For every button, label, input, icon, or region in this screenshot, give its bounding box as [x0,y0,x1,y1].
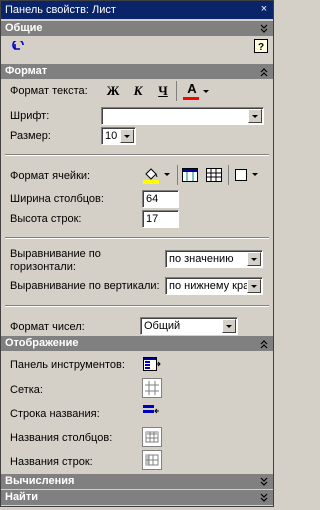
column-headers-icon[interactable] [142,427,162,447]
halign-combo[interactable]: по значению [165,250,263,268]
chevron-down-icon[interactable] [222,319,236,333]
valign-value: по нижнему кра [169,280,250,292]
chevron-down-icon[interactable] [248,109,262,123]
window-title: Панель свойств: Лист [5,4,116,16]
section-format-header[interactable]: Формат [1,64,273,79]
section-general-header[interactable]: Общие [1,21,273,36]
font-color-dropdown-icon[interactable] [203,90,209,93]
halign-label-line1: Выравнивание по [10,248,101,260]
expand-chevron-icon[interactable] [260,490,268,510]
italic-button[interactable]: К [128,81,148,101]
section-display-header[interactable]: Отображение [1,336,273,351]
toolbar-toggle-icon[interactable] [141,354,161,374]
halign-label-line2: горизонтали: [10,261,76,273]
toolbar-display-label: Панель инструментов: [10,359,125,371]
section-format-label: Формат [5,65,48,77]
section-calc-label: Вычисления [5,475,75,487]
collapse-chevron-icon[interactable] [260,21,268,41]
row-headers-icon[interactable] [142,450,162,470]
number-format-combo[interactable]: Общий [140,317,238,335]
valign-combo[interactable]: по нижнему кра [165,277,263,295]
divider [5,305,269,307]
divider [5,237,269,239]
font-combo[interactable] [101,107,264,125]
col-width-label: Ширина столбцов: [10,193,104,205]
number-format-label: Формат чисел: [10,321,85,333]
font-label: Шрифт: [10,110,50,122]
close-icon[interactable]: × [257,3,271,16]
borders-dropdown-icon[interactable] [252,173,258,176]
halign-value: по значению [169,253,234,265]
bold-button[interactable]: Ж [103,81,123,101]
fill-color-dropdown-icon[interactable] [164,173,170,176]
help-icon[interactable]: ? [251,39,271,59]
title-bar[interactable]: Панель свойств: Лист × [1,1,273,19]
chevron-down-icon[interactable] [120,129,134,143]
title-row-icon[interactable] [141,402,161,422]
divider [5,154,269,156]
borders-icon[interactable] [233,167,249,183]
number-format-value: Общий [144,320,181,332]
svg-text:?: ? [258,42,264,53]
titlebar-display-label: Строка названия: [10,408,100,420]
refresh-icon[interactable] [9,39,29,59]
chevron-down-icon[interactable] [247,279,261,293]
toolbar-divider [228,165,229,185]
property-panel-window: Панель свойств: Лист × Общие ? Формат Фо… [0,0,274,507]
section-general-label: Общие [5,22,43,34]
collapse-chevron-icon[interactable] [260,336,268,356]
size-combo[interactable]: 10 [101,127,136,145]
fill-color-icon[interactable] [142,165,160,185]
section-display-label: Отображение [5,337,79,349]
toolbar-divider [176,81,177,101]
font-color-button[interactable]: A [182,79,202,99]
cell-format-label: Формат ячейки: [10,170,91,182]
gridlines-icon[interactable] [142,378,162,398]
col-width-field[interactable]: 64 [142,190,179,208]
text-format-label: Формат текста: [10,85,88,97]
underline-button[interactable]: Ч [153,81,173,101]
col-headers-display-label: Названия столбцов: [10,432,113,444]
font-color-letter: A [187,81,197,96]
toolbar-divider [177,165,178,185]
grid-display-label: Сетка: [10,384,43,396]
section-find-header[interactable]: Найти [1,490,273,505]
chevron-down-icon[interactable] [247,252,261,266]
row-height-field[interactable]: 17 [142,210,179,228]
font-color-bar [183,97,199,100]
cell-format-icon[interactable] [181,166,199,184]
grid-table-icon[interactable] [205,166,223,184]
size-value: 10 [105,130,118,142]
row-headers-display-label: Названия строк: [10,456,93,468]
valign-label: Выравнивание по вертикали: [10,280,160,292]
row-height-label: Высота строк: [10,213,82,225]
section-find-label: Найти [5,491,38,503]
section-calc-header[interactable]: Вычисления [1,474,273,489]
collapse-chevron-icon[interactable] [260,64,268,84]
size-label: Размер: [10,130,51,142]
